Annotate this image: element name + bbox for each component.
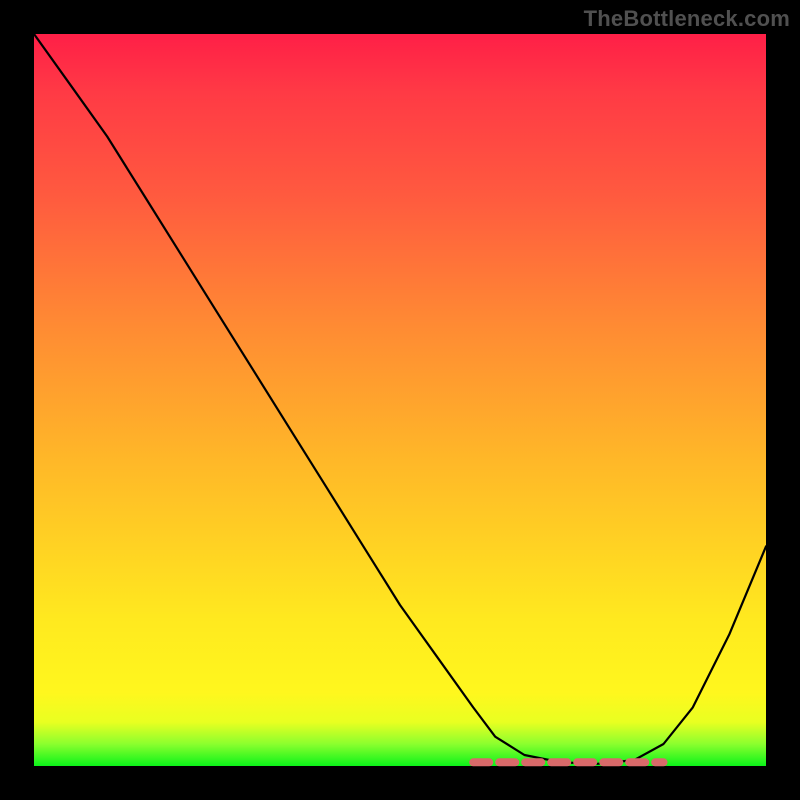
watermark-label: TheBottleneck.com xyxy=(584,6,790,32)
chart-svg xyxy=(34,34,766,766)
plot-area xyxy=(34,34,766,766)
bottleneck-curve-line xyxy=(34,34,766,764)
chart-frame: TheBottleneck.com xyxy=(0,0,800,800)
